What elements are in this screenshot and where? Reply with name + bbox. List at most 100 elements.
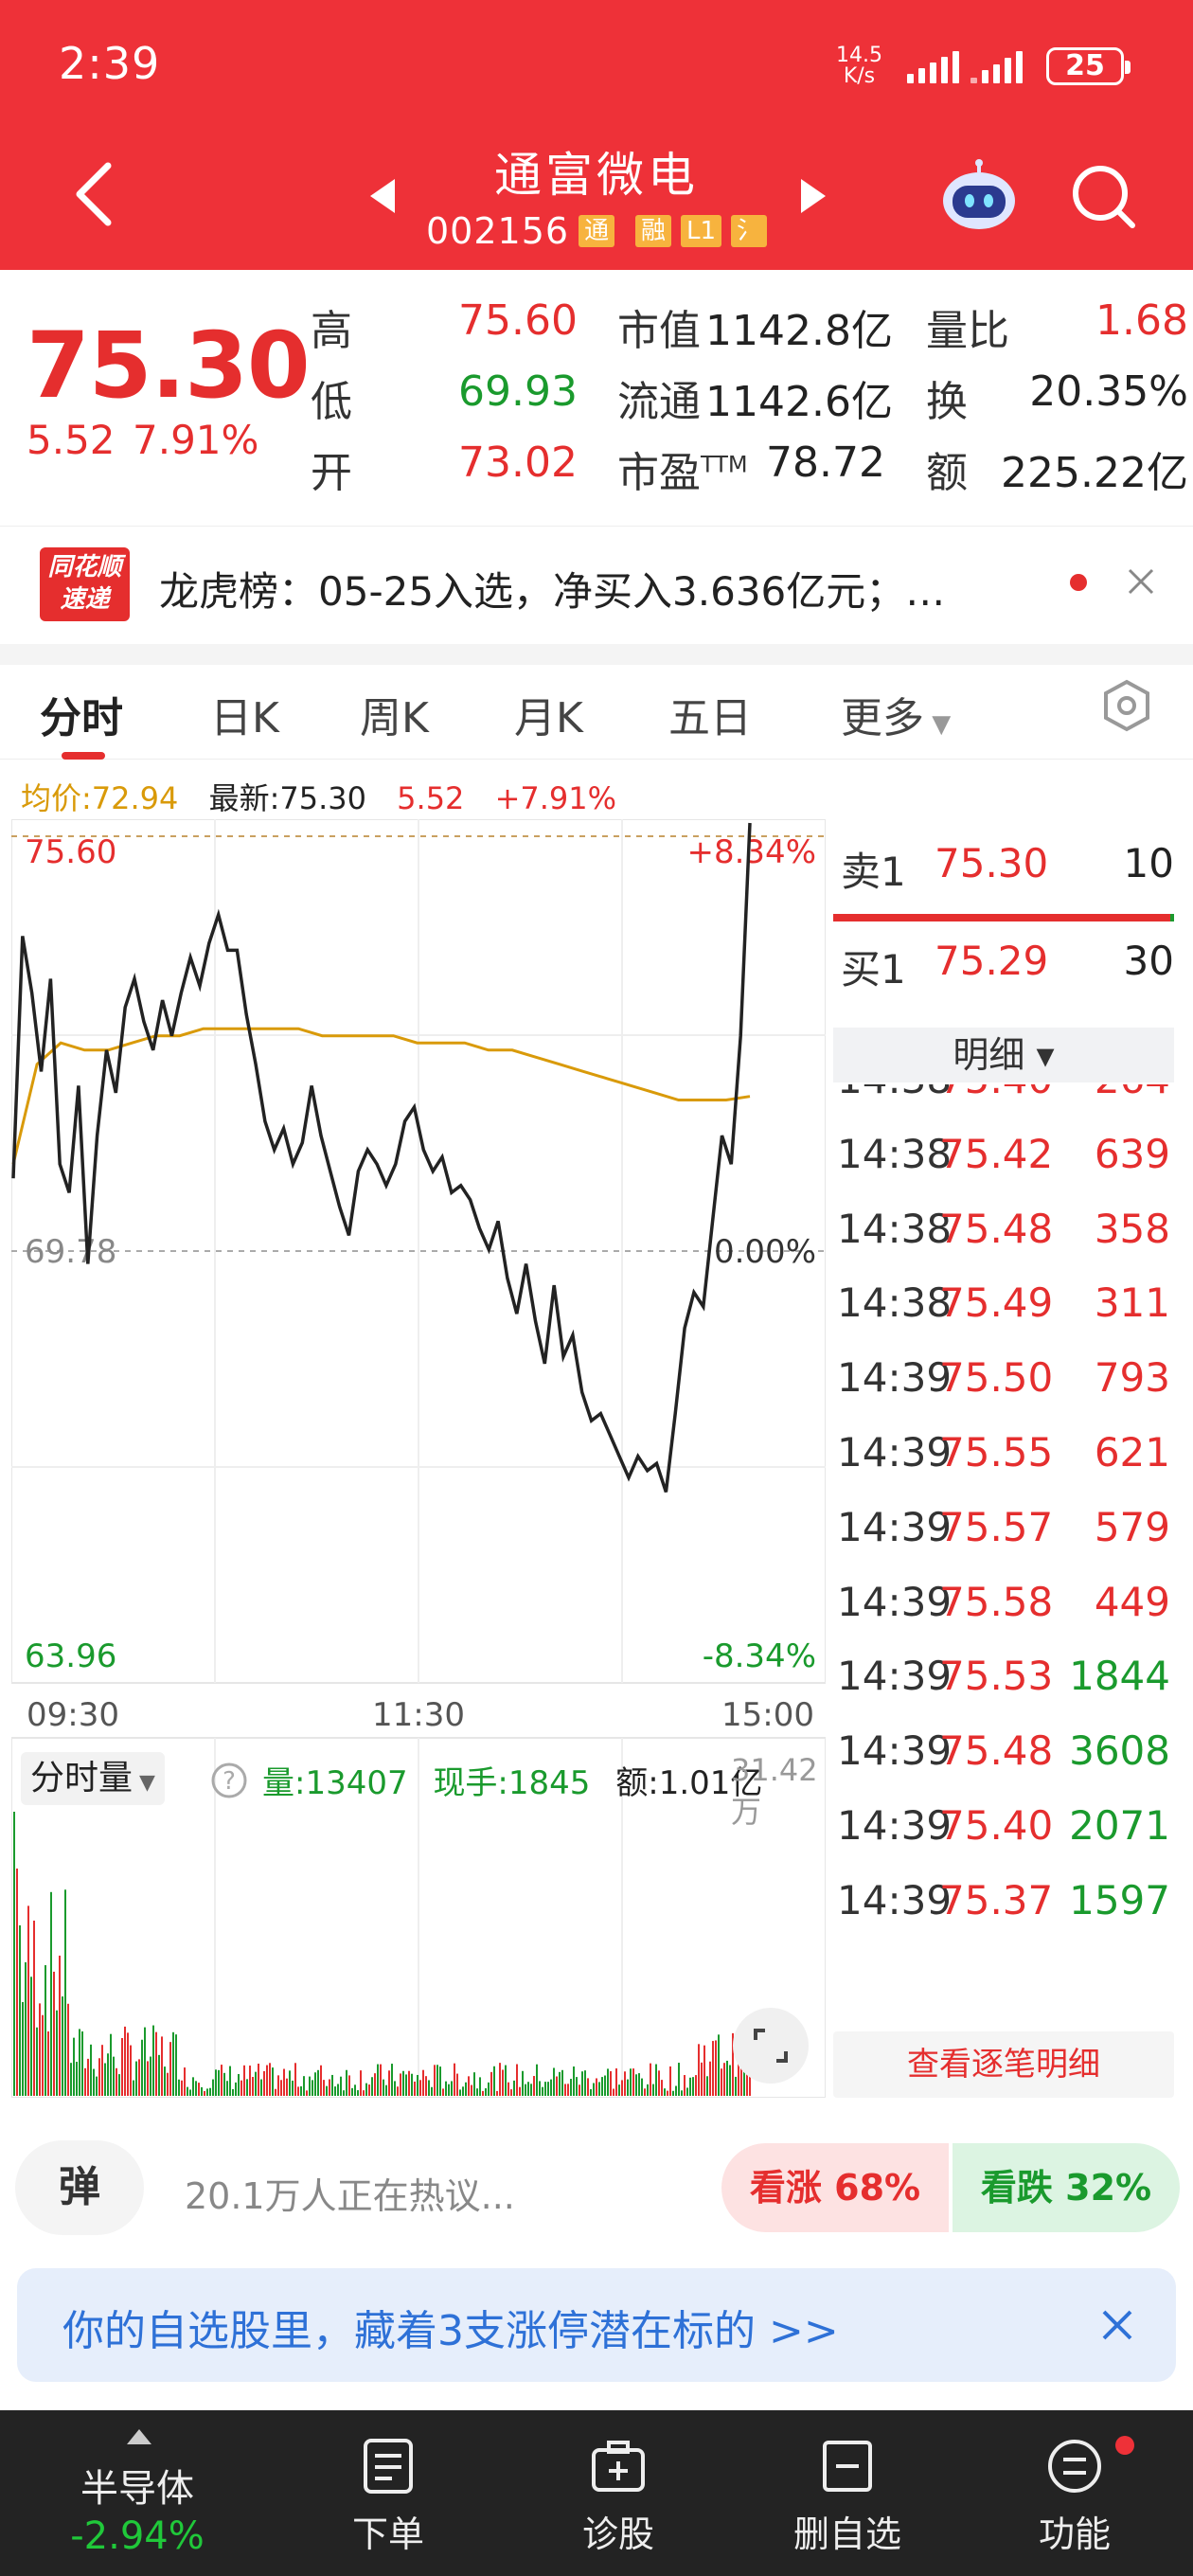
- volume-bar: [164, 2066, 166, 2096]
- volume-bar: [326, 2085, 328, 2096]
- danmaku-button[interactable]: 弹: [15, 2140, 144, 2235]
- chevron-down-icon: ▼: [133, 1771, 155, 1795]
- tick-volume: 1844: [1069, 1653, 1170, 1700]
- mktcap-label: 市值: [617, 307, 701, 355]
- volume-bar: [93, 2068, 95, 2096]
- volume-bar: [90, 2044, 92, 2096]
- volume-bar: [394, 2081, 396, 2096]
- vote-up-button[interactable]: 看涨 68%: [721, 2143, 949, 2232]
- chart-info-row: 均价:72.94 最新:75.30 5.52 +7.91%: [21, 775, 637, 818]
- bid-ask-bar: [833, 914, 1174, 921]
- volume-bar: [655, 2064, 657, 2096]
- volume-bar: [689, 2077, 691, 2096]
- signal-icon: [907, 49, 959, 83]
- volume-type-select[interactable]: 分时量 ▼: [21, 1752, 165, 1805]
- volume-bar: [303, 2076, 305, 2096]
- discussion-text[interactable]: 20.1万人正在热议...: [185, 2167, 515, 2219]
- view-tick-details-button[interactable]: 查看逐笔明细: [833, 2031, 1174, 2098]
- volume-bar: [570, 2079, 572, 2096]
- ask-price: 75.30: [935, 840, 1049, 886]
- volume-bar: [178, 2079, 180, 2096]
- nav-order[interactable]: 下单: [294, 2410, 483, 2576]
- detail-dropdown[interactable]: 明细 ▾: [833, 1028, 1174, 1082]
- expand-icon: [754, 2029, 788, 2063]
- nav-functions[interactable]: 功能: [980, 2410, 1169, 2576]
- price-change: 5.52: [27, 417, 116, 463]
- volume-bar: [47, 2030, 49, 2096]
- volume-bar: [348, 2075, 350, 2096]
- tick-time: 14:39: [837, 1429, 953, 1476]
- stock-name: 通富微电: [494, 148, 699, 203]
- chart-tabs: 分时 日K 周K 月K 五日 更多 ▼: [0, 665, 1193, 760]
- volume-stats: 量:13407 现手:1845 额:1.01亿: [262, 1757, 762, 1803]
- volume-bar: [334, 2086, 336, 2096]
- volume-bar: [221, 2065, 223, 2096]
- volume-bar: [536, 2064, 538, 2096]
- tick-row: 14:38 75.49 311: [837, 1279, 1170, 1353]
- nav-diagnose[interactable]: 诊股: [524, 2410, 713, 2576]
- volume-bar: [715, 2040, 717, 2096]
- volume-bar: [400, 2073, 401, 2096]
- volume-bar: [624, 2071, 626, 2096]
- volume-bar: [718, 2034, 720, 2096]
- close-icon[interactable]: [1122, 563, 1160, 600]
- tab-intraday[interactable]: 分时: [40, 684, 123, 744]
- tab-monthly-k[interactable]: 月K: [514, 684, 583, 744]
- news-text[interactable]: 龙虎榜：05-25入选，净买入3.636亿元；…: [159, 560, 1030, 617]
- volume-bar: [703, 2045, 705, 2096]
- volume-bar: [192, 2077, 194, 2096]
- low-value: 69.93: [458, 367, 578, 416]
- tick-price: 75.49: [939, 1279, 1054, 1327]
- intraday-chart[interactable]: 75.60 69.78 63.96 +8.34% 0.00% -8.34% 09…: [11, 819, 826, 2098]
- nav-remove-watchlist[interactable]: 删自选: [753, 2410, 942, 2576]
- volume-bar: [98, 2058, 100, 2096]
- tab-five-day[interactable]: 五日: [668, 684, 752, 744]
- tab-weekly-k[interactable]: 周K: [360, 684, 429, 744]
- next-stock-icon[interactable]: [793, 175, 831, 217]
- bid-ask-bar-green: [1170, 914, 1174, 921]
- robot-assistant-icon[interactable]: [939, 159, 1019, 235]
- volume-bar: [593, 2083, 595, 2096]
- volume-bar: [169, 2042, 171, 2096]
- volume-bar: [471, 2084, 472, 2096]
- volume-bar: [627, 2079, 629, 2096]
- volume-bar: [584, 2070, 586, 2096]
- triangle-up-icon: [127, 2429, 151, 2444]
- chart-pct: +7.91%: [494, 780, 617, 816]
- promo-banner[interactable]: 你的自选股里，藏着3支涨停潜在标的 >>: [17, 2268, 1176, 2382]
- volume-bar: [635, 2074, 637, 2096]
- volume-bar: [604, 2075, 606, 2096]
- intraday-chart-svg[interactable]: 75.60 69.78 63.96 +8.34% 0.00% -8.34% 09…: [11, 819, 826, 2098]
- tab-more[interactable]: 更多 ▼: [841, 684, 951, 744]
- volume-bar: [70, 2063, 72, 2096]
- volume-bar: [50, 1891, 52, 2096]
- search-icon[interactable]: [1070, 163, 1138, 231]
- banner-text[interactable]: 你的自选股里，藏着3支涨停潜在标的 >>: [62, 2297, 839, 2357]
- volume-bar: [647, 2084, 649, 2096]
- volume-bar: [692, 2077, 694, 2096]
- tick-volume: 621: [1094, 1429, 1170, 1476]
- volume-bar: [240, 2080, 242, 2096]
- volume-bar: [598, 2082, 600, 2096]
- volume-bar: [422, 2069, 424, 2096]
- volume-bar: [564, 2084, 566, 2096]
- help-icon[interactable]: ?: [210, 1762, 248, 1799]
- prev-stock-icon[interactable]: [365, 175, 402, 217]
- volume-bar: [181, 2080, 183, 2096]
- volume-bar: [232, 2088, 234, 2096]
- back-arrow-icon[interactable]: [66, 156, 123, 232]
- close-icon[interactable]: [1096, 2304, 1138, 2346]
- volume-bar: [363, 2090, 365, 2096]
- float-label: 流通: [617, 378, 701, 426]
- volume-bar: [39, 2003, 41, 2096]
- amount-value: 225.22亿: [1001, 449, 1188, 497]
- volume-bar: [527, 2082, 529, 2096]
- vote-down-button[interactable]: 看跌 32%: [953, 2143, 1180, 2232]
- tab-daily-k[interactable]: 日K: [210, 684, 279, 744]
- fullscreen-button[interactable]: [733, 2008, 809, 2084]
- volume-bar: [289, 2070, 291, 2096]
- news-ticker[interactable]: 同花顺 速递 龙虎榜：05-25入选，净买入3.636亿元；…: [0, 526, 1193, 644]
- tick-list[interactable]: 14:3875.4026414:3875.4263914:3875.483581…: [833, 1084, 1174, 1927]
- tick-time: 14:39: [837, 1503, 953, 1550]
- settings-hexagon-icon[interactable]: [1098, 677, 1155, 734]
